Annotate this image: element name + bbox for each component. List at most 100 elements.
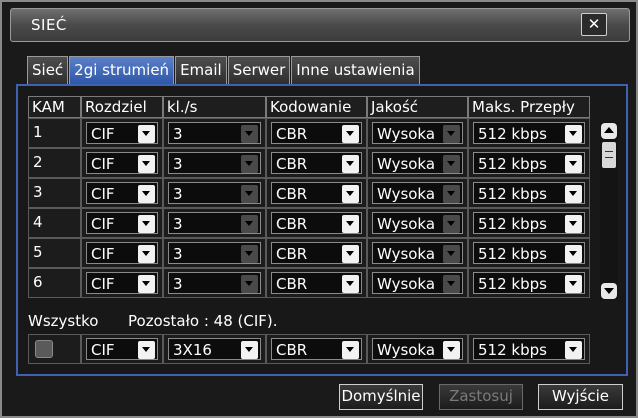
all-encoding-select[interactable]: CBR (271, 338, 362, 360)
chevron-down-icon (342, 215, 359, 233)
tab-inne-ustawienia[interactable]: Inne ustawienia (291, 56, 420, 84)
resolution-select[interactable]: CIF (86, 152, 158, 174)
quality-select[interactable]: Wysoka (372, 212, 463, 234)
table-row: 4 CIF 3 CBR Wysoka 512 kbps (28, 208, 603, 238)
fps-select[interactable]: 3 (168, 182, 261, 204)
chevron-down-icon (443, 185, 460, 203)
fps-select[interactable]: 3 (168, 242, 261, 264)
tab-2gi-strumien[interactable]: 2gi strumień (69, 56, 175, 84)
bitrate-select[interactable]: 512 kbps (473, 182, 585, 204)
encoding-select[interactable]: CBR (271, 122, 362, 144)
table-row: 2 CIF 3 CBR Wysoka 512 kbps (28, 148, 603, 178)
chevron-down-icon (443, 245, 460, 263)
chevron-down-icon (565, 125, 582, 143)
tab-email[interactable]: Email (175, 56, 227, 84)
substream-table: KAM Rozdziel kl./s Kodowanie Jakość Maks… (28, 96, 603, 298)
chevron-down-icon (342, 341, 359, 359)
quality-select[interactable]: Wysoka (372, 242, 463, 264)
fps-select[interactable]: 3 (168, 212, 261, 234)
table-header: KAM Rozdziel kl./s Kodowanie Jakość Maks… (28, 96, 603, 118)
resolution-select[interactable]: CIF (86, 182, 158, 204)
all-bitrate-select[interactable]: 512 kbps (473, 338, 585, 360)
chevron-down-icon (443, 125, 460, 143)
encoding-select[interactable]: CBR (271, 272, 362, 294)
bitrate-select[interactable]: 512 kbps (473, 122, 585, 144)
all-quality-select[interactable]: Wysoka (372, 338, 463, 360)
chevron-down-icon (565, 341, 582, 359)
chevron-down-icon (138, 155, 155, 173)
encoding-select[interactable]: CBR (271, 212, 362, 234)
camera-number: 1 (33, 123, 43, 141)
chevron-down-icon (342, 155, 359, 173)
chevron-down-icon (241, 275, 258, 293)
bitrate-select[interactable]: 512 kbps (473, 242, 585, 264)
substream-panel: KAM Rozdziel kl./s Kodowanie Jakość Maks… (16, 84, 628, 376)
bitrate-select[interactable]: 512 kbps (473, 152, 585, 174)
fps-select[interactable]: 3 (168, 272, 261, 294)
resolution-select[interactable]: CIF (86, 272, 158, 294)
chevron-down-icon (565, 245, 582, 263)
title-bar: SIEĆ ✕ (10, 8, 630, 42)
resolution-select[interactable]: CIF (86, 242, 158, 264)
all-resolution-select[interactable]: CIF (86, 338, 158, 360)
chevron-down-icon (138, 125, 155, 143)
chevron-down-icon (443, 155, 460, 173)
chevron-down-icon (342, 275, 359, 293)
remaining-capacity: Pozostało : 48 (CIF). (128, 312, 278, 330)
quality-select[interactable]: Wysoka (372, 122, 463, 144)
close-button[interactable]: ✕ (581, 13, 607, 36)
resolution-select[interactable]: CIF (86, 212, 158, 234)
scroll-thumb[interactable] (602, 142, 616, 168)
fps-select[interactable]: 3 (168, 152, 261, 174)
encoding-select[interactable]: CBR (271, 152, 362, 174)
close-icon: ✕ (587, 15, 601, 33)
chevron-down-icon (138, 275, 155, 293)
scrollbar[interactable] (600, 122, 618, 300)
chevron-down-icon (138, 245, 155, 263)
bitrate-select[interactable]: 512 kbps (473, 212, 585, 234)
encoding-select[interactable]: CBR (271, 242, 362, 264)
network-settings-window: SIEĆ ✕ Sieć 2gi strumień Email Serwer In… (0, 0, 638, 418)
column-header-cam: KAM (28, 96, 81, 118)
bitrate-select[interactable]: 512 kbps (473, 272, 585, 294)
tab-siec[interactable]: Sieć (27, 56, 69, 84)
chevron-down-icon (241, 245, 258, 263)
tab-bar: Sieć 2gi strumień Email Serwer Inne usta… (27, 56, 421, 84)
table-body: 1 CIF 3 CBR Wysoka 512 kbps 2 CIF 3 CBR Wysoka 512 … (28, 118, 603, 298)
quality-select[interactable]: Wysoka (372, 152, 463, 174)
chevron-down-icon (241, 125, 258, 143)
chevron-down-icon (138, 341, 155, 359)
scroll-down-icon[interactable] (601, 283, 617, 299)
table-row: 5 CIF 3 CBR Wysoka 512 kbps (28, 238, 603, 268)
apply-button[interactable]: Zastosuj (439, 384, 523, 410)
fps-select[interactable]: 3 (168, 122, 261, 144)
chevron-down-icon (342, 125, 359, 143)
tab-serwer[interactable]: Serwer (227, 56, 291, 84)
chevron-down-icon (138, 185, 155, 203)
chevron-down-icon (241, 155, 258, 173)
default-button[interactable]: Domyślnie (339, 384, 423, 410)
quality-select[interactable]: Wysoka (372, 272, 463, 294)
apply-all-checkbox[interactable] (35, 340, 53, 358)
column-header-fps: kl./s (163, 96, 266, 118)
column-header-encoding: Kodowanie (266, 96, 367, 118)
camera-number: 3 (33, 183, 43, 201)
chevron-down-icon (342, 245, 359, 263)
camera-number: 2 (33, 153, 43, 171)
chevron-down-icon (565, 185, 582, 203)
apply-all-row: CIF 3X16 CBR Wysoka 512 kbps (28, 334, 590, 364)
resolution-select[interactable]: CIF (86, 122, 158, 144)
chevron-down-icon (443, 275, 460, 293)
column-header-quality: Jakość (367, 96, 468, 118)
table-row: 3 CIF 3 CBR Wysoka 512 kbps (28, 178, 603, 208)
encoding-select[interactable]: CBR (271, 182, 362, 204)
chevron-down-icon (565, 275, 582, 293)
scroll-up-icon[interactable] (601, 123, 617, 139)
table-row: 1 CIF 3 CBR Wysoka 512 kbps (28, 118, 603, 148)
chevron-down-icon (565, 215, 582, 233)
quality-select[interactable]: Wysoka (372, 182, 463, 204)
chevron-down-icon (443, 341, 460, 359)
all-fps-select[interactable]: 3X16 (168, 338, 261, 360)
exit-button[interactable]: Wyjście (538, 384, 623, 410)
chevron-down-icon (241, 215, 258, 233)
